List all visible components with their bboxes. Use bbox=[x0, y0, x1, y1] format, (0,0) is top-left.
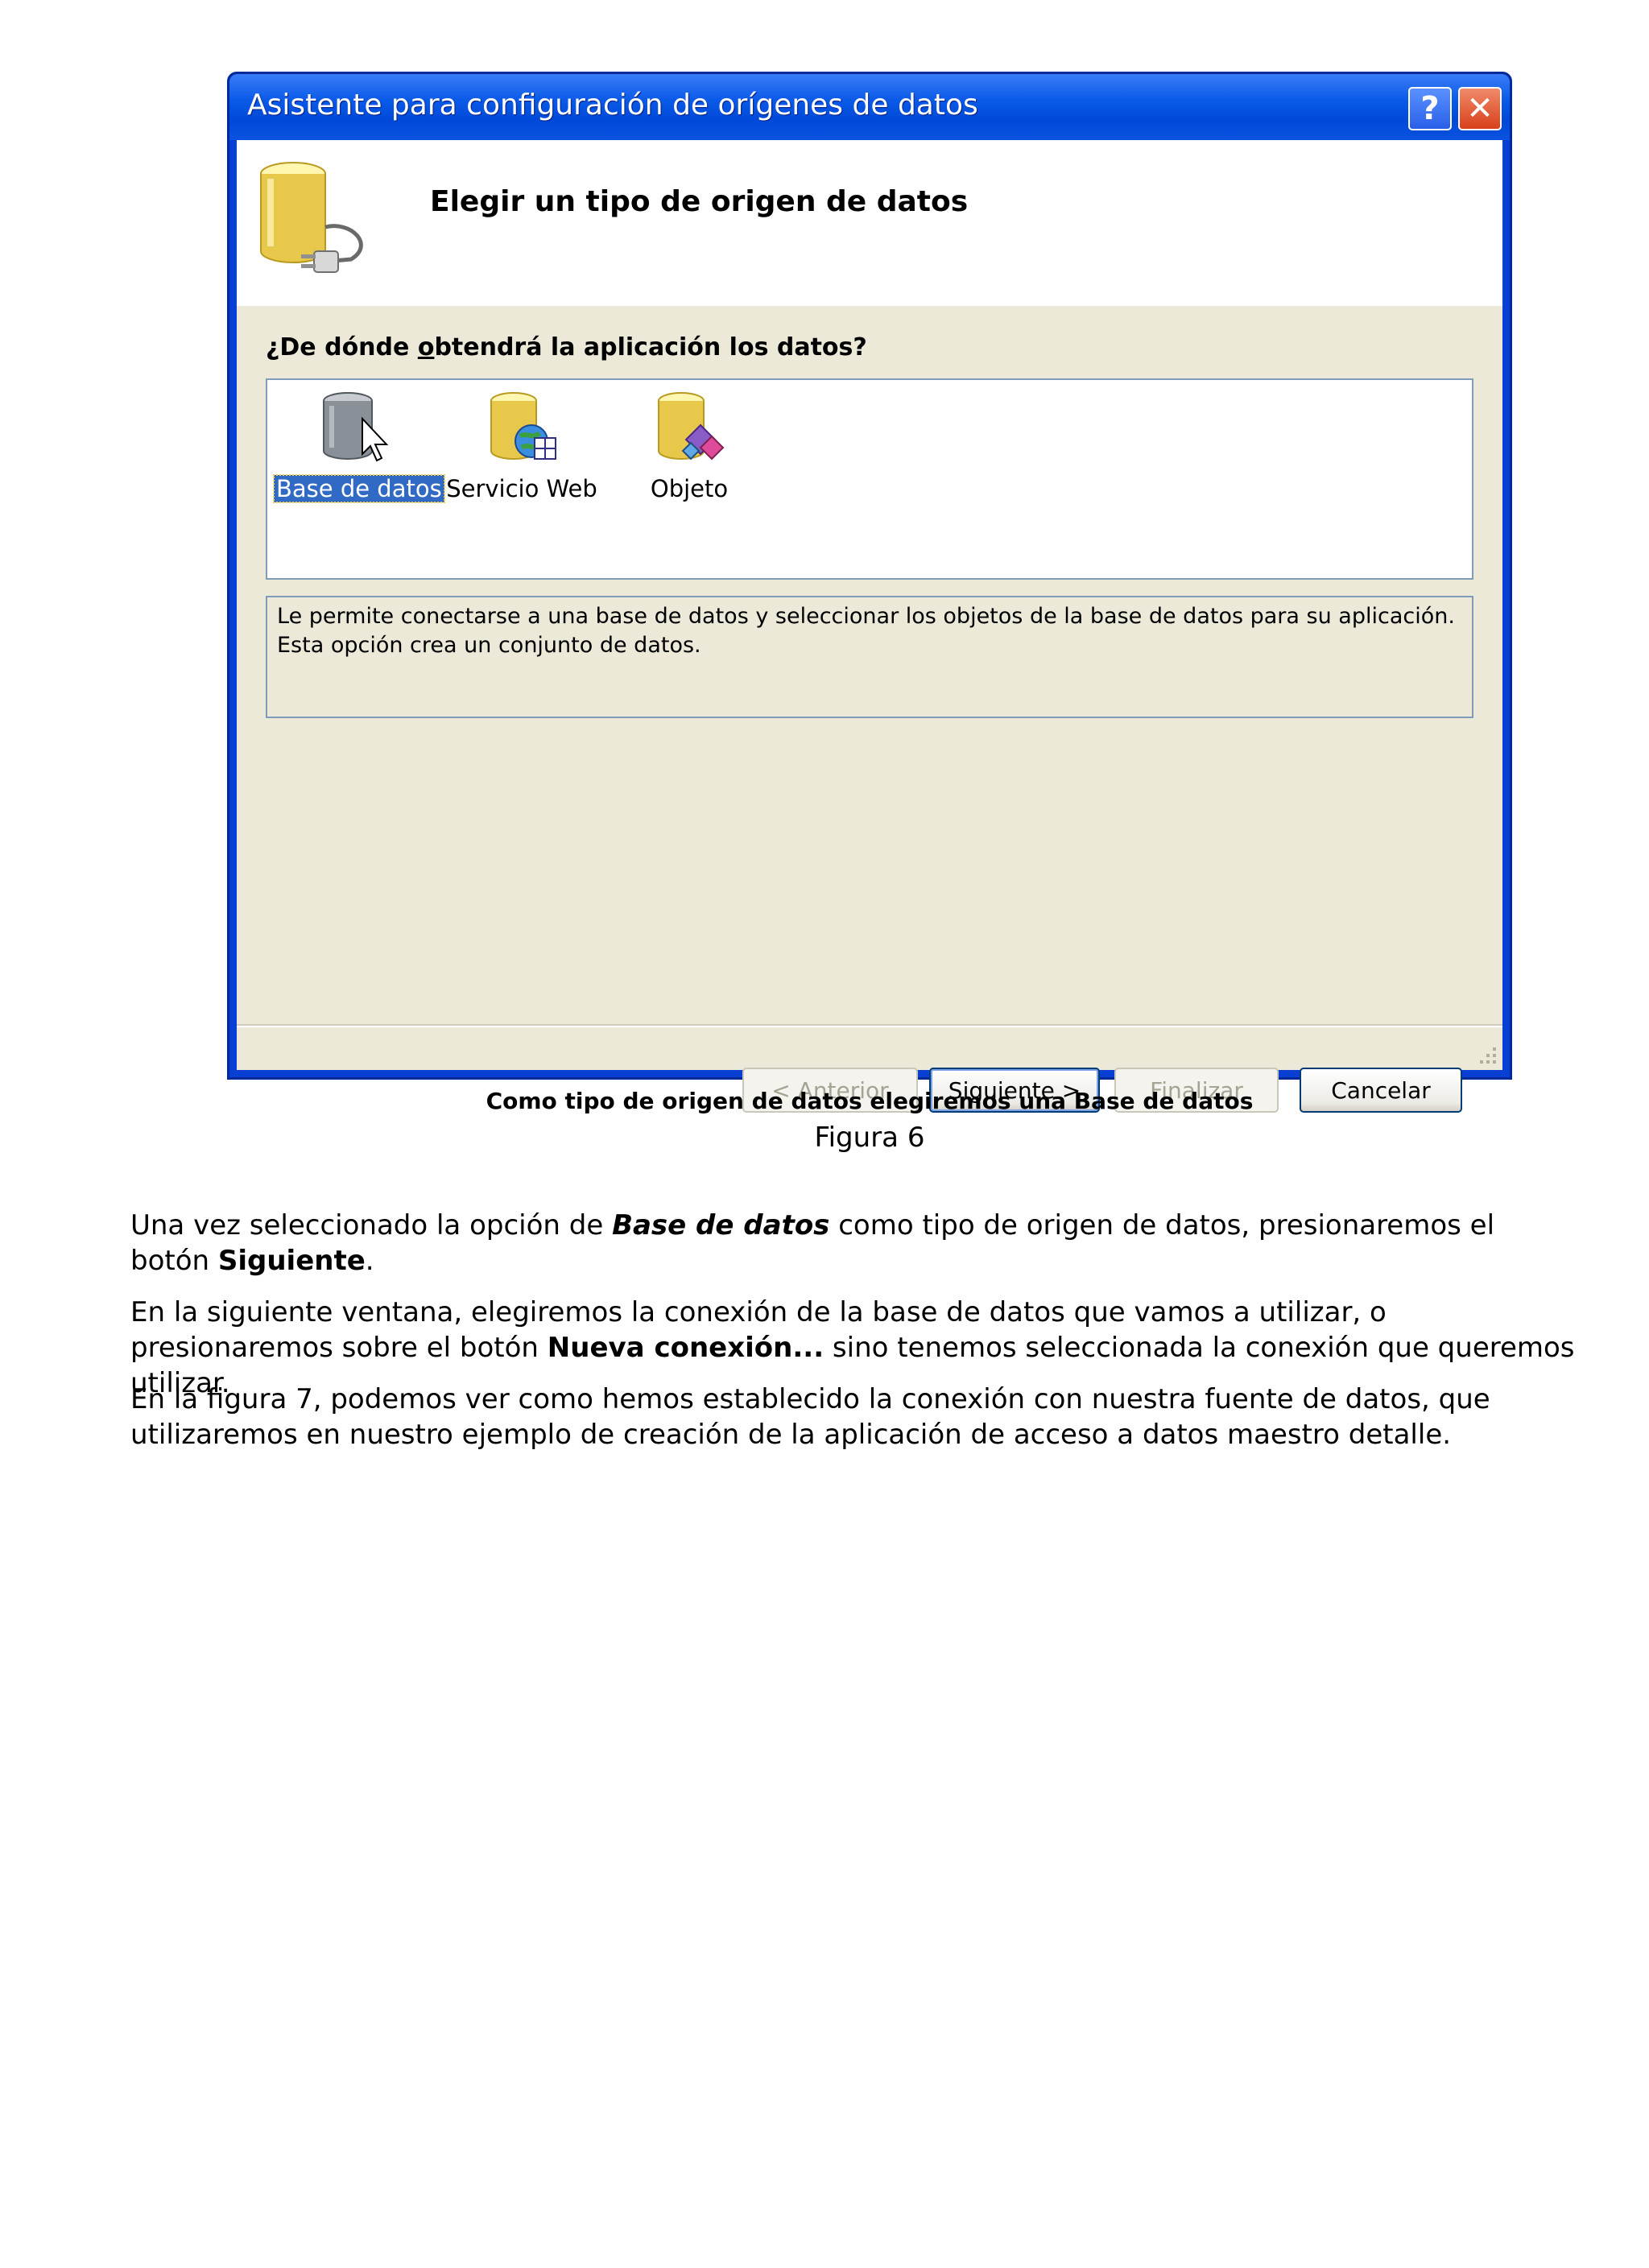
help-button[interactable]: ? bbox=[1408, 87, 1452, 130]
data-source-type-list[interactable]: Base de datos Servicio Web Objeto bbox=[266, 378, 1473, 580]
list-item-web-service[interactable]: Servicio Web bbox=[441, 386, 602, 507]
wizard-step-title: Elegir un tipo de origen de datos bbox=[430, 185, 969, 218]
wizard-header: Elegir un tipo de origen de datos bbox=[237, 140, 1502, 306]
resize-grip-icon[interactable] bbox=[1475, 1043, 1499, 1067]
paragraph-1: Una vez seleccionado la opción de Base d… bbox=[130, 1209, 1495, 1277]
figure-label: Figura 6 bbox=[814, 1122, 925, 1154]
close-icon: ✕ bbox=[1466, 90, 1494, 127]
paragraph-3: En la figura 7, podemos ver como hemos e… bbox=[130, 1383, 1490, 1451]
database-icon bbox=[323, 392, 389, 462]
access-key-underline: o bbox=[417, 333, 435, 361]
database-label: Base de datos bbox=[273, 474, 445, 503]
title-bar[interactable]: Asistente para configuración de orígenes… bbox=[229, 74, 1510, 140]
list-item-object[interactable]: Objeto bbox=[609, 386, 770, 507]
data-source-wizard-window: Asistente para configuración de orígenes… bbox=[227, 72, 1512, 1113]
figure-caption: Como tipo de origen de datos elegiremos … bbox=[486, 1088, 1254, 1114]
web-service-label: Servicio Web bbox=[446, 475, 597, 502]
database-plug-icon bbox=[260, 162, 363, 273]
button-separator bbox=[237, 1024, 1502, 1027]
object-icon bbox=[658, 392, 725, 461]
description-box: Le permite conectarse a una base de dato… bbox=[266, 596, 1473, 718]
dialog-client-area: Elegir un tipo de origen de datos ¿De dó… bbox=[237, 140, 1502, 1113]
close-button[interactable]: ✕ bbox=[1458, 87, 1502, 130]
list-item-database[interactable]: Base de datos bbox=[273, 386, 445, 507]
object-label: Objeto bbox=[650, 475, 729, 502]
description-line-1: Le permite conectarse a una base de dato… bbox=[277, 604, 1455, 629]
question-label: ¿De dónde obtendrá la aplicación los dat… bbox=[266, 333, 867, 361]
web-service-icon bbox=[490, 392, 556, 460]
question-mark-icon: ? bbox=[1420, 90, 1440, 127]
window-title: Asistente para configuración de orígenes… bbox=[247, 89, 978, 122]
description-line-2: Esta opción crea un conjunto de datos. bbox=[277, 633, 701, 658]
